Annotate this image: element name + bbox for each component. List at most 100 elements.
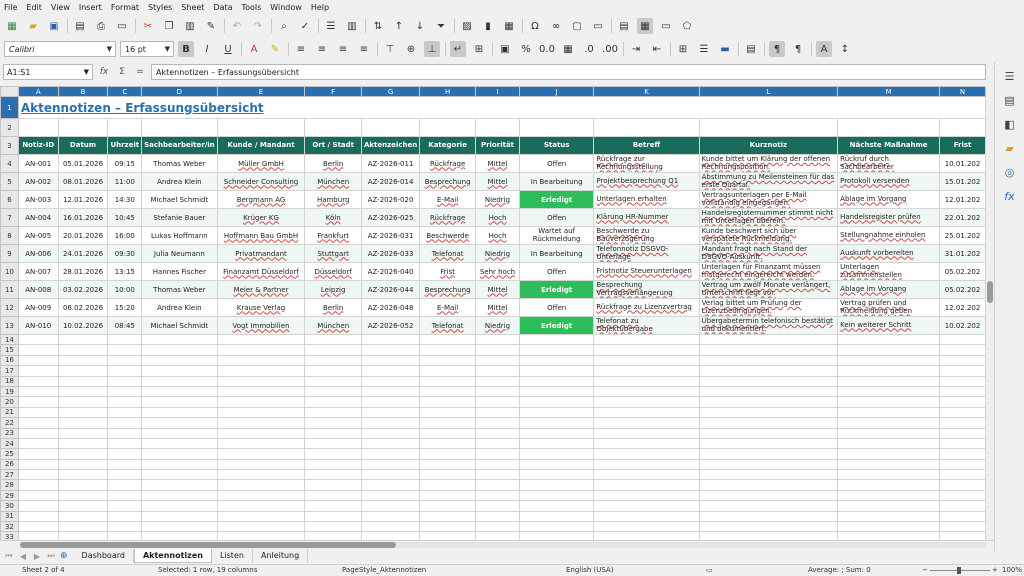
functions-icon[interactable]: fx xyxy=(1003,190,1017,204)
cell[interactable]: Bergmann AG xyxy=(216,190,306,209)
sheet-tab-anleitung[interactable]: Anleitung xyxy=(253,549,309,563)
vertical-text-icon[interactable]: ↕ xyxy=(837,41,853,57)
cell[interactable] xyxy=(141,510,218,523)
page-style[interactable]: PageStyle_Aktennotizen xyxy=(342,566,426,574)
cell[interactable] xyxy=(518,500,595,512)
aggregate-display[interactable]: Average: ; Sum: 0 xyxy=(808,566,871,574)
headers-footers-icon[interactable]: ▭ xyxy=(590,18,606,34)
cell[interactable] xyxy=(360,531,421,540)
print-preview-icon[interactable]: ▭ xyxy=(114,18,130,34)
cell[interactable]: Auskunft vorbereiten xyxy=(837,244,941,263)
cell[interactable] xyxy=(475,479,520,491)
cell[interactable] xyxy=(17,489,59,502)
cell[interactable] xyxy=(360,448,421,460)
cell[interactable] xyxy=(837,396,941,408)
cell[interactable] xyxy=(837,118,941,137)
cell[interactable]: Erledigt xyxy=(518,316,595,335)
cell[interactable] xyxy=(475,510,520,523)
cell[interactable] xyxy=(360,417,421,429)
column-header-l[interactable]: L xyxy=(698,86,839,97)
percent-format-icon[interactable]: % xyxy=(518,41,534,57)
cell[interactable]: Besprechung Vertragsverlängerung xyxy=(593,280,700,299)
cell[interactable] xyxy=(518,479,595,491)
cell[interactable] xyxy=(698,385,839,398)
first-sheet-icon[interactable]: ⏮ xyxy=(4,551,14,561)
cell[interactable] xyxy=(17,385,59,398)
cell[interactable] xyxy=(17,118,59,137)
cell[interactable] xyxy=(518,458,595,471)
row-header[interactable]: 21 xyxy=(0,406,19,419)
cell[interactable] xyxy=(216,500,306,512)
cell[interactable]: Hoch xyxy=(475,226,520,245)
cell[interactable] xyxy=(107,531,143,540)
cell[interactable] xyxy=(837,448,941,460)
cell[interactable] xyxy=(593,118,700,137)
cell[interactable] xyxy=(837,375,941,387)
horizontal-scrollbar[interactable] xyxy=(20,542,986,548)
language[interactable]: English (USA) xyxy=(566,566,613,574)
cell[interactable]: AN-008 xyxy=(17,280,59,299)
cell[interactable] xyxy=(141,500,218,512)
cell[interactable] xyxy=(475,489,520,502)
cell[interactable] xyxy=(141,406,218,419)
row-header[interactable]: 23 xyxy=(0,427,19,439)
cell[interactable] xyxy=(419,396,477,408)
sheet-title-cell[interactable]: Aktennotizen – Erfassungsübersicht xyxy=(17,96,986,119)
cell[interactable] xyxy=(17,333,59,346)
cell[interactable] xyxy=(419,406,477,419)
cell[interactable] xyxy=(304,406,362,419)
row-header[interactable]: 20 xyxy=(0,396,19,408)
cell-grid[interactable]: A B C D E F G H I J K L M N 1 Aktennotizen – Erfassungs… xyxy=(0,86,986,540)
autofilter-icon[interactable]: ⏷ xyxy=(433,18,449,34)
cell[interactable] xyxy=(141,489,218,502)
cell[interactable]: Erledigt xyxy=(518,190,595,209)
cell[interactable] xyxy=(57,118,109,137)
cell[interactable]: AN-003 xyxy=(17,190,59,209)
border-style-icon[interactable]: ☰ xyxy=(696,41,712,57)
cell[interactable]: Michael Schmidt xyxy=(141,190,218,209)
cell[interactable]: Niedrig xyxy=(475,190,520,209)
cell[interactable] xyxy=(141,479,218,491)
cell[interactable] xyxy=(107,375,143,387)
cell[interactable] xyxy=(17,448,59,460)
cell[interactable] xyxy=(518,385,595,398)
cell[interactable] xyxy=(107,510,143,523)
cell[interactable]: AN-009 xyxy=(17,298,59,317)
cell[interactable] xyxy=(518,396,595,408)
cell[interactable] xyxy=(698,406,839,419)
cell[interactable] xyxy=(475,385,520,398)
cell[interactable] xyxy=(360,385,421,398)
header-cell[interactable]: Aktenzeichen xyxy=(360,136,421,155)
cell[interactable] xyxy=(17,479,59,491)
row-header[interactable]: 27 xyxy=(0,469,19,481)
cell[interactable] xyxy=(698,354,839,367)
cell[interactable] xyxy=(304,531,362,540)
cell[interactable] xyxy=(57,469,109,481)
cell[interactable] xyxy=(216,531,306,540)
menu-format[interactable]: Format xyxy=(111,3,139,12)
styles-icon[interactable]: ◧ xyxy=(1003,118,1017,132)
cell[interactable] xyxy=(17,354,59,367)
menu-styles[interactable]: Styles xyxy=(148,3,172,12)
cell[interactable] xyxy=(518,437,595,450)
undo-icon[interactable]: ↶ xyxy=(229,18,245,34)
cell[interactable]: Kunde beschwert sich über verspätete Rüc… xyxy=(698,226,839,245)
cell[interactable] xyxy=(593,489,700,502)
cell[interactable]: 05.01.2026 xyxy=(57,154,109,173)
cell[interactable]: Rückfrage xyxy=(419,208,477,227)
number-format-icon[interactable]: 0.0 xyxy=(539,41,555,57)
cell[interactable]: Stellungnahme einholen xyxy=(837,226,941,245)
column-header-g[interactable]: G xyxy=(360,86,421,97)
cell[interactable]: 10:45 xyxy=(107,208,143,227)
cell[interactable] xyxy=(419,521,477,533)
cell[interactable] xyxy=(360,489,421,502)
cell[interactable]: Vertrag prüfen und Rückmeldung geben xyxy=(837,298,941,317)
cell[interactable] xyxy=(593,500,700,512)
cell[interactable] xyxy=(475,458,520,471)
cell[interactable] xyxy=(17,375,59,387)
header-cell[interactable]: Betreff xyxy=(593,136,700,155)
cell[interactable] xyxy=(360,406,421,419)
cell[interactable]: Privatmandant xyxy=(216,244,306,263)
last-sheet-icon[interactable]: ⏭ xyxy=(46,551,56,561)
cell[interactable] xyxy=(304,365,362,377)
